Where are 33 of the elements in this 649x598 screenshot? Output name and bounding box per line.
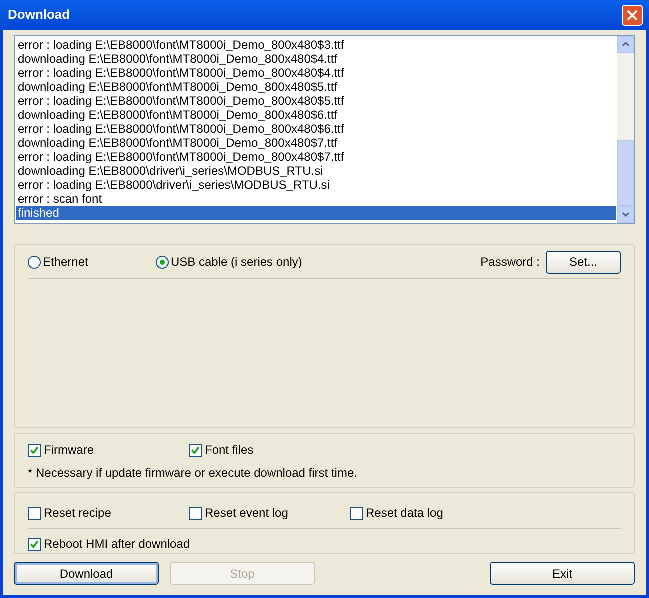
checkbox[interactable]: Reboot HMI after download bbox=[28, 535, 621, 553]
log-line[interactable]: error : loading E:\EB8000\font\MT8000i_Demo_800x480$6.ttf bbox=[16, 122, 616, 136]
log-line[interactable]: downloading E:\EB8000\font\MT8000i_Demo_800x480$5.ttf bbox=[16, 80, 616, 94]
log-line[interactable]: downloading E:\EB8000\font\MT8000i_Demo_800x480$6.ttf bbox=[16, 108, 616, 122]
radio-button[interactable]: Ethernet bbox=[28, 253, 156, 271]
checkbox[interactable]: Reset data log bbox=[350, 504, 511, 522]
checkbox[interactable]: Firmware bbox=[28, 441, 189, 459]
checkbox[interactable]: Reset event log bbox=[189, 504, 350, 522]
note-text: * Necessary if update firmware or execute download first time. bbox=[28, 465, 358, 482]
log-line[interactable]: error : loading E:\EB8000\driver\i_series\MODBUS_RTU.si bbox=[16, 178, 616, 192]
dialog-button[interactable]: Download bbox=[14, 562, 159, 585]
dialog-button[interactable]: Set... bbox=[546, 250, 621, 274]
log-line[interactable]: error : scan font bbox=[16, 192, 616, 206]
scrollbar-thumb[interactable] bbox=[617, 140, 634, 206]
window-title: Download bbox=[8, 6, 70, 24]
log-line[interactable]: error : loading E:\EB8000\font\MT8000i_Demo_800x480$7.ttf bbox=[16, 150, 616, 164]
close-button[interactable] bbox=[622, 4, 643, 26]
check-icon bbox=[191, 446, 200, 454]
check-icon bbox=[30, 446, 39, 454]
log-line[interactable]: downloading E:\EB8000\font\MT8000i_Demo_800x480$7.ttf bbox=[16, 136, 616, 150]
log-line[interactable]: error : loading E:\EB8000\font\MT8000i_Demo_800x480$4.ttf bbox=[16, 66, 616, 80]
password-label: Password : bbox=[480, 254, 540, 271]
checkbox[interactable]: Font files bbox=[189, 441, 350, 459]
dialog-button[interactable]: Exit bbox=[490, 562, 635, 585]
radio-button[interactable]: USB cable (i series only) bbox=[156, 253, 302, 271]
log-line[interactable]: downloading E:\EB8000\driver\i_series\MODBUS_RTU.si bbox=[16, 164, 616, 178]
log-line[interactable]: error : loading E:\EB8000\font\MT8000i_Demo_800x480$3.ttf bbox=[16, 38, 616, 52]
checkbox[interactable]: Reset recipe bbox=[28, 504, 189, 522]
log-line[interactable]: downloading E:\EB8000\font\MT8000i_Demo_800x480$4.ttf bbox=[16, 52, 616, 66]
scrollbar[interactable] bbox=[617, 36, 634, 223]
log-line[interactable]: error : loading E:\EB8000\font\MT8000i_Demo_800x480$5.ttf bbox=[16, 94, 616, 108]
close-icon bbox=[627, 10, 638, 20]
check-icon bbox=[30, 540, 39, 548]
